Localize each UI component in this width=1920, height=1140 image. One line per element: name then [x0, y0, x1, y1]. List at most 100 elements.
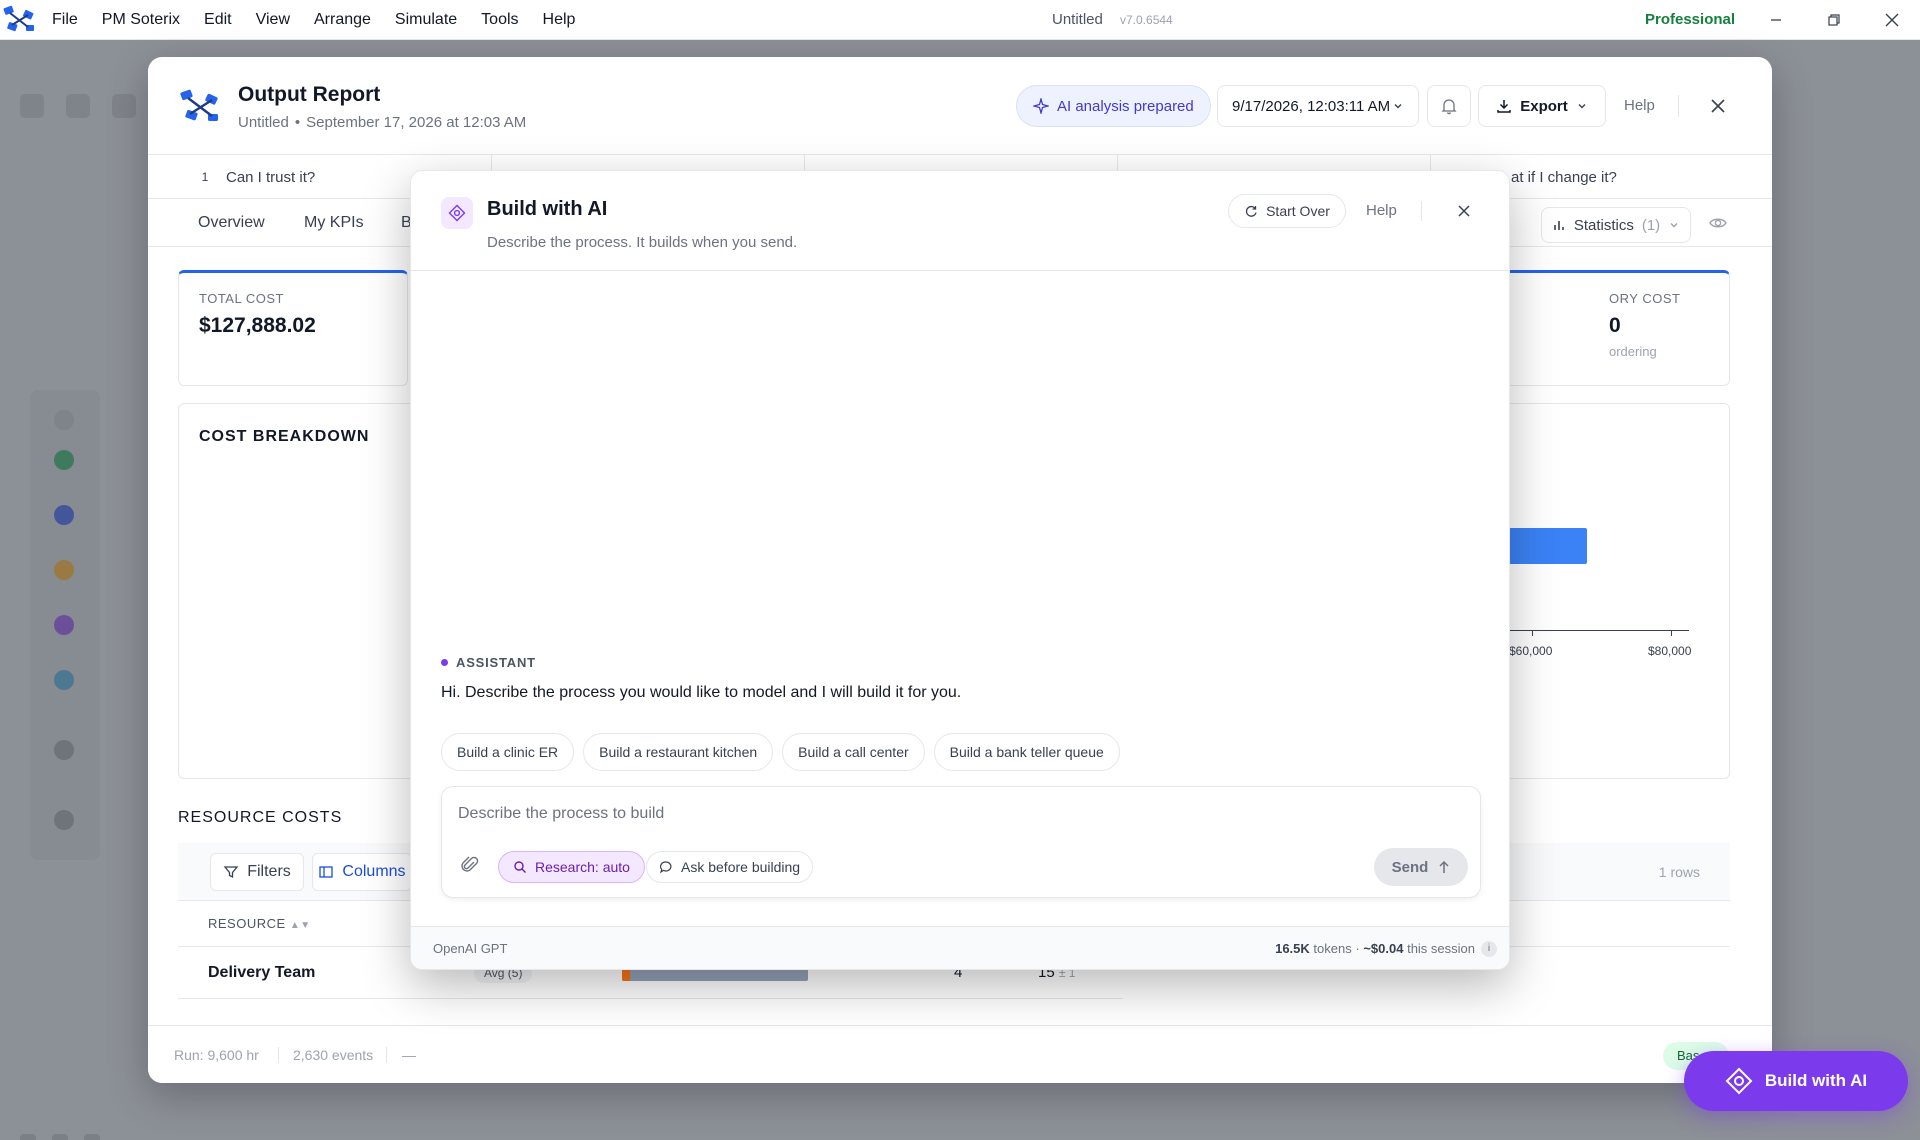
suggestion-chips: Build a clinic ER Build a restaurant kit…	[441, 733, 1120, 771]
build-with-ai-fab[interactable]: Build with AI	[1684, 1051, 1908, 1111]
footer-dash: —	[402, 1047, 416, 1063]
menu-simulate[interactable]: Simulate	[383, 0, 469, 40]
chevron-down-icon	[1394, 104, 1402, 109]
token-count: 16.5K	[1275, 941, 1310, 956]
kpi-note: ordering	[1609, 344, 1657, 359]
background-sidebar	[30, 390, 100, 860]
research-label: Research: auto	[535, 859, 630, 875]
statistics-count: (1)	[1641, 216, 1661, 234]
bar-chart-icon	[1554, 221, 1564, 230]
minimize-button[interactable]	[1748, 0, 1804, 40]
notifications-button[interactable]	[1427, 85, 1471, 127]
start-over-label: Start Over	[1266, 203, 1330, 219]
suggestion-bank-teller-queue[interactable]: Build a bank teller queue	[933, 733, 1120, 771]
send-label: Send	[1391, 858, 1429, 876]
ai-analysis-label: AI analysis prepared	[1057, 97, 1194, 115]
title-bar: File PM Soterix Edit View Arrange Simula…	[0, 0, 1920, 40]
ai-analysis-badge[interactable]: AI analysis prepared	[1016, 85, 1211, 127]
close-icon	[1885, 13, 1899, 27]
column-header-label: RESOURCE	[208, 916, 286, 931]
ai-dialog-close-button[interactable]	[1451, 198, 1477, 224]
statistics-label: Statistics	[1573, 216, 1634, 234]
usage-separator: ·	[1355, 941, 1360, 956]
kpi-value: $127,888.02	[199, 314, 316, 337]
assistant-label-text: ASSISTANT	[456, 655, 536, 670]
search-icon	[514, 861, 526, 873]
tab-overview[interactable]: Overview	[198, 199, 265, 247]
sparkle-icon	[1033, 98, 1049, 114]
kpi-value: 0	[1609, 314, 1621, 337]
report-generated-date: September 17, 2026 at 12:03 AM	[306, 114, 527, 131]
report-header: Output Report Untitled • September 17, 202…	[148, 57, 1772, 155]
ai-build-icon	[441, 197, 473, 229]
document-title: Untitled	[1052, 11, 1103, 28]
restore-button[interactable]	[1806, 0, 1862, 40]
close-window-button[interactable]	[1864, 0, 1920, 40]
filters-button[interactable]: Filters	[210, 853, 304, 891]
footer-separator	[386, 1047, 387, 1063]
ask-label: Ask before building	[681, 859, 801, 875]
columns-button[interactable]: Columns	[312, 853, 412, 891]
x-tick	[1532, 630, 1533, 636]
research-mode-toggle[interactable]: Research: auto	[498, 851, 645, 883]
run-datetime-select[interactable]: 9/17/2026, 12:03:11 AM	[1217, 85, 1419, 127]
info-icon[interactable]: i	[1481, 941, 1497, 957]
process-description-input[interactable]	[458, 801, 1458, 827]
report-close-button[interactable]	[1703, 91, 1733, 121]
report-logo-icon	[178, 87, 224, 131]
eye-icon[interactable]	[1708, 213, 1728, 237]
filter-icon	[223, 866, 239, 879]
menu-file[interactable]: File	[40, 0, 90, 40]
header-divider	[1678, 95, 1679, 117]
export-label: Export	[1520, 97, 1568, 115]
session-cost: ~$0.04	[1363, 941, 1404, 956]
resource-name: Delivery Team	[208, 964, 316, 981]
send-button[interactable]: Send	[1374, 848, 1468, 886]
menu-arrange[interactable]: Arrange	[302, 0, 383, 40]
build-with-ai-dialog: Build with AI Describe the process. It b…	[410, 170, 1510, 970]
arrow-up-icon	[1439, 860, 1449, 873]
chat-bubble-icon	[659, 861, 672, 874]
export-button[interactable]: Export	[1478, 85, 1606, 127]
ai-help-link[interactable]: Help	[1366, 202, 1397, 219]
kpi-label: ORY COST	[1609, 291, 1681, 306]
suggestion-restaurant-kitchen[interactable]: Build a restaurant kitchen	[583, 733, 774, 771]
ai-dialog-footer: OpenAI GPT 16.5K tokens · ~$0.04 this se…	[411, 926, 1509, 969]
report-subtitle: Untitled • September 17, 2026 at 12:03 AM	[238, 114, 526, 131]
ask-before-building-toggle[interactable]: Ask before building	[646, 851, 814, 883]
menu-help[interactable]: Help	[531, 0, 588, 40]
assistant-label: ASSISTANT	[441, 655, 536, 670]
background-statusbar	[20, 1134, 100, 1140]
menu-tools[interactable]: Tools	[469, 0, 530, 40]
cost-breakdown-title: COST BREAKDOWN	[199, 428, 370, 445]
step-label: at if I change it?	[1511, 168, 1617, 186]
menu-view[interactable]: View	[244, 0, 302, 40]
ai-dialog-subtitle: Describe the process. It builds when you…	[487, 234, 798, 251]
step-number: 1	[201, 170, 209, 184]
filters-label: Filters	[247, 863, 291, 880]
ai-build-icon	[1725, 1067, 1753, 1095]
x-tick-label: $60,000	[1509, 644, 1553, 658]
suggestion-call-center[interactable]: Build a call center	[782, 733, 925, 771]
event-count: 2,630 events	[293, 1047, 374, 1063]
tab-my-kpis[interactable]: My KPIs	[304, 199, 364, 247]
minimize-icon	[1771, 19, 1781, 21]
report-footer: Run: 9,600 hr 2,630 events — Bas	[148, 1025, 1772, 1083]
run-datetime-value: 9/17/2026, 12:03:11 AM	[1232, 97, 1391, 115]
rows-count: 1 rows	[1658, 864, 1700, 880]
refresh-icon	[1245, 205, 1257, 217]
suggestion-clinic-er[interactable]: Build a clinic ER	[441, 733, 575, 771]
column-header-resource[interactable]: RESOURCE ▲▼	[208, 901, 311, 949]
paperclip-icon[interactable]	[460, 855, 480, 879]
bell-icon	[1441, 99, 1457, 115]
report-help-link[interactable]: Help	[1624, 97, 1655, 114]
menu-edit[interactable]: Edit	[192, 0, 244, 40]
sort-icon: ▲▼	[289, 920, 311, 931]
menu-pm-soterix[interactable]: PM Soterix	[90, 0, 192, 40]
start-over-button[interactable]: Start Over	[1228, 194, 1346, 228]
columns-label: Columns	[342, 863, 406, 880]
statistics-button[interactable]: Statistics (1)	[1541, 207, 1691, 243]
fab-label: Build with AI	[1764, 1071, 1868, 1090]
chevron-down-icon	[1670, 223, 1678, 228]
session-usage: 16.5K tokens · ~$0.04 this session	[1275, 927, 1475, 969]
